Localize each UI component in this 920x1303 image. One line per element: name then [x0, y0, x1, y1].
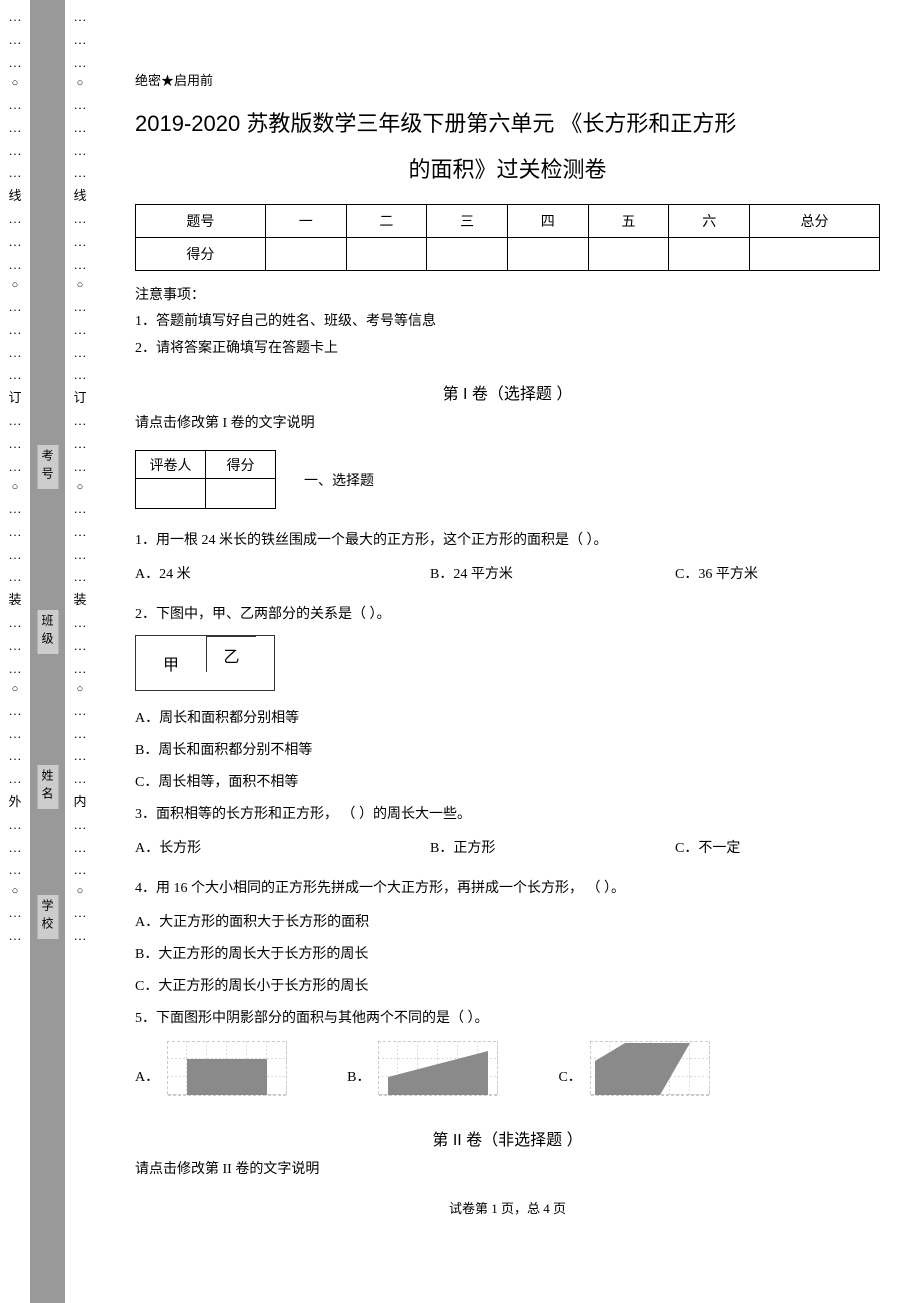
score-cell: [588, 237, 669, 270]
q3-option-c: C．不一定: [635, 835, 880, 863]
q5-figure-b: [378, 1041, 498, 1096]
score-header: 六: [669, 204, 750, 237]
notes-title: 注意事项：: [135, 283, 880, 310]
label-class: 班级: [37, 610, 58, 654]
question-1-stem: 1．用一根 24 米长的铁丝围成一个最大的正方形，这个正方形的面积是（ ）。: [135, 527, 880, 555]
q2-option-b: B．周长和面积都分别不相等: [135, 737, 880, 765]
q3-option-a: A．长方形: [135, 835, 340, 863]
score-header: 题号: [136, 204, 266, 237]
q2-option-c: C．周长相等，面积不相等: [135, 769, 880, 797]
question-3-stem: 3．面积相等的长方形和正方形， （ ）的周长大一些。: [135, 801, 880, 829]
label-exam-id: 考号: [37, 445, 58, 489]
label-school: 学校: [37, 895, 58, 939]
q5-option-c-label: C．: [558, 1066, 581, 1086]
outer-binding-margin: ……… ○ ………… 线 ……… ○ ………… 订 ……… ○ ………… 装 ……: [0, 0, 30, 1303]
score-cell: [669, 237, 750, 270]
q2-option-a: A．周长和面积都分别相等: [135, 705, 880, 733]
section-1-title: 第 I 卷（选择题 ）: [135, 380, 880, 404]
grader-score-table: 评卷人 得分: [135, 450, 276, 509]
score-header: 一: [265, 204, 346, 237]
q5-figure-c: [590, 1041, 710, 1096]
secret-label: 绝密★启用前: [135, 70, 880, 89]
q5-option-a-label: A．: [135, 1066, 159, 1086]
score-header: 五: [588, 204, 669, 237]
score-header: 二: [346, 204, 427, 237]
score-header: 三: [427, 204, 508, 237]
q1-option-c: C．36 平方米: [635, 561, 880, 589]
score-cell: [427, 237, 508, 270]
notes-item: 2．请将答案正确填写在答题卡上: [135, 336, 880, 363]
score-cell: [265, 237, 346, 270]
q5-figure-a: [167, 1041, 287, 1096]
q2-figure-jia: 甲: [136, 636, 206, 690]
notes-item: 1．答题前填写好自己的姓名、班级、考号等信息: [135, 309, 880, 336]
section-1-instruction: 请点击修改第 I 卷的文字说明: [135, 412, 880, 432]
exam-title-line1: 2019-2020 苏教版数学三年级下册第六单元 《长方形和正方形: [135, 104, 880, 144]
page-footer: 试卷第 1 页，总 4 页: [135, 1198, 880, 1217]
q4-option-b: B．大正方形的周长大于长方形的周长: [135, 941, 880, 969]
score-header: 四: [507, 204, 588, 237]
q3-option-b: B．正方形: [340, 835, 635, 863]
q1-option-a: A．24 米: [135, 561, 340, 589]
question-4-stem: 4．用 16 个大小相同的正方形先拼成一个大正方形，再拼成一个长方形， （ ）。: [135, 875, 880, 903]
score-cell: [346, 237, 427, 270]
q1-option-b: B．24 平方米: [340, 561, 635, 589]
score-row-label: 得分: [136, 237, 266, 270]
part-1-label: 一、选择题: [304, 470, 374, 490]
q4-option-c: C．大正方形的周长小于长方形的周长: [135, 973, 880, 1001]
label-name: 姓名: [37, 765, 58, 809]
score-summary-table: 题号 一 二 三 四 五 六 总分 得分: [135, 204, 880, 271]
shaded-binding-column: 考号 班级 姓名 学校: [30, 0, 65, 1303]
notes-block: 注意事项： 1．答题前填写好自己的姓名、班级、考号等信息 2．请将答案正确填写在…: [135, 283, 880, 363]
score-cell: [750, 237, 880, 270]
exam-content: 绝密★启用前 2019-2020 苏教版数学三年级下册第六单元 《长方形和正方形…: [95, 0, 920, 1303]
q5-option-b-label: B．: [347, 1066, 370, 1086]
exam-title-line2: 的面积》过关检测卷: [135, 152, 880, 184]
question-5-stem: 5．下面图形中阴影部分的面积与其他两个不同的是（ ）。: [135, 1005, 880, 1033]
q2-figure: 甲 乙: [135, 635, 275, 691]
grader-header: 评卷人: [136, 451, 206, 479]
section-2-title: 第 II 卷（非选择题 ）: [135, 1126, 880, 1150]
grader-cell: [136, 479, 206, 509]
grader-header: 得分: [206, 451, 276, 479]
section-2-instruction: 请点击修改第 II 卷的文字说明: [135, 1158, 880, 1178]
grader-cell: [206, 479, 276, 509]
score-cell: [507, 237, 588, 270]
score-header: 总分: [750, 204, 880, 237]
q4-option-a: A．大正方形的面积大于长方形的面积: [135, 909, 880, 937]
inner-binding-margin: ……… ○ ………… 线 ……… ○ ………… 订 ……… ○ ………… 装 ……: [65, 0, 95, 1303]
q2-figure-yi: 乙: [206, 636, 256, 672]
question-2-stem: 2．下图中，甲、乙两部分的关系是（ ）。: [135, 601, 880, 629]
